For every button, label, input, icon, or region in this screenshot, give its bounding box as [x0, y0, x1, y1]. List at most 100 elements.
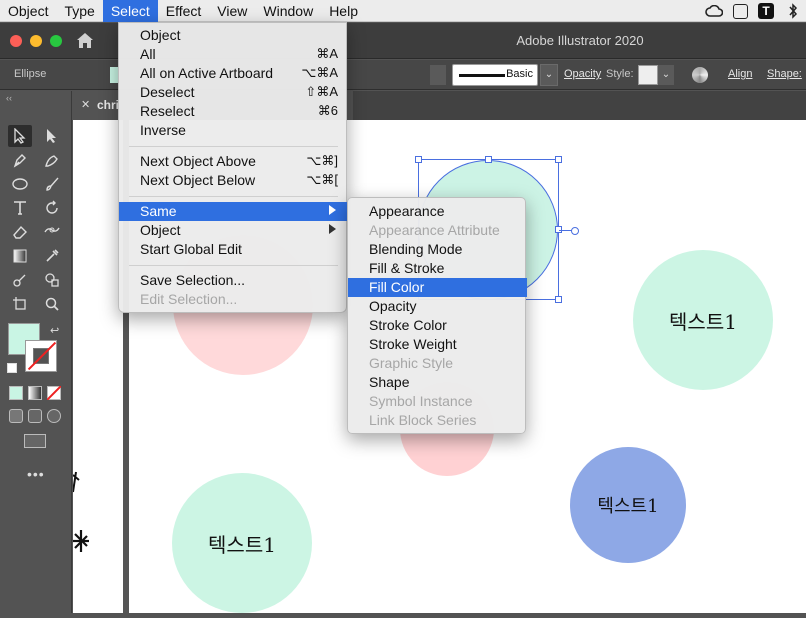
- gradient-mode-icon[interactable]: [28, 386, 42, 400]
- recolor-artwork-icon[interactable]: [692, 67, 708, 83]
- menu-item-same[interactable]: Same: [119, 202, 348, 221]
- menu-item-label: Object: [140, 27, 181, 43]
- align-link[interactable]: Align: [728, 68, 752, 80]
- menu-item-all[interactable]: All ⌘A: [119, 45, 348, 64]
- stroke-weight-dropdown[interactable]: [430, 65, 446, 85]
- maximize-window-button[interactable]: [50, 35, 62, 47]
- menu-select[interactable]: Select: [102, 0, 158, 22]
- submenu-item-stroke-weight[interactable]: Stroke Weight: [348, 335, 527, 354]
- pen-tool-icon[interactable]: [8, 149, 32, 171]
- tools-panel: ‹‹ ↩ •••: [0, 91, 72, 613]
- menu-window[interactable]: Window: [255, 0, 321, 22]
- menu-item-label: Same: [140, 203, 177, 219]
- menu-item-object-submenu[interactable]: Object: [119, 221, 348, 240]
- menu-type[interactable]: Type: [56, 0, 102, 22]
- screen-mode-icon[interactable]: [24, 434, 46, 448]
- menu-item-label: Deselect: [140, 84, 195, 100]
- menu-separator: [129, 265, 338, 266]
- pasteboard-artwork: [72, 471, 89, 552]
- zoom-tool-icon[interactable]: [40, 293, 64, 315]
- menu-item-shortcut: ⌥⌘]: [306, 153, 338, 168]
- chevron-down-icon[interactable]: ⌄: [540, 64, 558, 86]
- close-window-button[interactable]: [10, 35, 22, 47]
- eraser-tool-icon[interactable]: [8, 221, 32, 243]
- pasteboard[interactable]: [72, 120, 123, 613]
- blue-circle-text[interactable]: 텍스트1: [570, 447, 686, 563]
- chevron-down-icon[interactable]: ⌄: [658, 65, 674, 85]
- creative-cloud-icon[interactable]: [705, 2, 723, 20]
- none-mode-icon[interactable]: [47, 386, 61, 400]
- opacity-link[interactable]: Opacity: [564, 68, 601, 80]
- menu-item-save-selection[interactable]: Save Selection...: [119, 271, 348, 290]
- menu-item-label: Next Object Below: [140, 172, 256, 188]
- draw-normal-icon[interactable]: [9, 409, 23, 423]
- paintbrush-tool-icon[interactable]: [40, 173, 64, 195]
- direct-selection-tool-icon[interactable]: [40, 125, 64, 147]
- stroke-profile-select[interactable]: Basic: [452, 64, 538, 86]
- mint-circle-text[interactable]: 텍스트1: [633, 250, 773, 390]
- default-fill-stroke-icon[interactable]: [7, 363, 17, 373]
- shape-link[interactable]: Shape:: [767, 68, 802, 80]
- graphic-style-swatch[interactable]: [638, 65, 658, 85]
- rotate-tool-icon[interactable]: [40, 197, 64, 219]
- menu-item-label: All: [140, 46, 156, 62]
- submenu-item-label: Stroke Weight: [369, 336, 457, 352]
- submenu-item-opacity[interactable]: Opacity: [348, 297, 527, 316]
- submenu-arrow-icon: [329, 224, 336, 234]
- stroke-color-box[interactable]: [25, 340, 57, 372]
- shape-builder-tool-icon[interactable]: [40, 269, 64, 291]
- menu-item-reselect[interactable]: Reselect ⌘6: [119, 102, 348, 121]
- menu-help[interactable]: Help: [321, 0, 366, 22]
- menu-separator: [129, 196, 338, 197]
- menu-item-all-on-active-artboard[interactable]: All on Active Artboard ⌥⌘A: [119, 64, 348, 83]
- draw-inside-icon[interactable]: [47, 409, 61, 423]
- menu-item-shortcut: ⌘6: [317, 103, 338, 118]
- type-tool-icon[interactable]: [8, 197, 32, 219]
- ellipse-tool-icon[interactable]: [8, 173, 32, 195]
- selection-tool-icon[interactable]: [8, 125, 32, 147]
- menu-item-label: All on Active Artboard: [140, 65, 274, 81]
- eyedropper-tool-icon[interactable]: [40, 245, 64, 267]
- menu-object[interactable]: Object: [0, 0, 56, 22]
- edit-toolbar-icon[interactable]: •••: [27, 466, 45, 482]
- minimize-window-button[interactable]: [30, 35, 42, 47]
- checkbox-icon[interactable]: [733, 3, 748, 19]
- menu-separator: [129, 146, 338, 147]
- submenu-item-blending-mode[interactable]: Blending Mode: [348, 240, 527, 259]
- submenu-item-label: Appearance Attribute: [369, 222, 500, 238]
- menu-item-label: Inverse: [140, 122, 186, 138]
- curvature-tool-icon[interactable]: [40, 149, 64, 171]
- submenu-item-label: Shape: [369, 374, 410, 390]
- menu-effect[interactable]: Effect: [158, 0, 210, 22]
- menu-item-object[interactable]: Object: [119, 26, 348, 45]
- submenu-item-label: Fill Color: [369, 279, 425, 295]
- menu-item-start-global-edit[interactable]: Start Global Edit: [119, 240, 348, 259]
- mint-circle-text[interactable]: 텍스트1: [172, 473, 312, 613]
- rotation-handle[interactable]: [571, 227, 579, 235]
- home-icon[interactable]: [76, 32, 94, 49]
- gradient-tool-icon[interactable]: [8, 245, 32, 267]
- menu-item-next-object-above[interactable]: Next Object Above ⌥⌘]: [119, 152, 348, 171]
- collapse-panel-icon[interactable]: ‹‹: [6, 93, 12, 103]
- menu-view[interactable]: View: [209, 0, 255, 22]
- swap-fill-stroke-icon[interactable]: ↩: [50, 324, 59, 337]
- bluetooth-icon[interactable]: [784, 2, 802, 20]
- color-mode-icon[interactable]: [9, 386, 23, 400]
- close-tab-icon[interactable]: ✕: [81, 98, 90, 111]
- menu-item-edit-selection: Edit Selection...: [119, 290, 348, 309]
- menu-item-inverse[interactable]: Inverse: [119, 121, 348, 140]
- menu-item-deselect[interactable]: Deselect ⇧⌘A: [119, 83, 348, 102]
- draw-behind-icon[interactable]: [28, 409, 42, 423]
- fill-color-swatch[interactable]: [110, 67, 118, 83]
- puppet-warp-tool-icon[interactable]: [40, 221, 64, 243]
- submenu-item-stroke-color[interactable]: Stroke Color: [348, 316, 527, 335]
- artboard-tool-icon[interactable]: [8, 293, 32, 315]
- t-icon[interactable]: T: [758, 3, 774, 19]
- submenu-item-appearance[interactable]: Appearance: [348, 202, 527, 221]
- document-tab-name: chri: [97, 98, 120, 112]
- menu-item-next-object-below[interactable]: Next Object Below ⌥⌘[: [119, 171, 348, 190]
- submenu-item-fill-color[interactable]: Fill Color: [348, 278, 527, 297]
- submenu-item-fill-stroke[interactable]: Fill & Stroke: [348, 259, 527, 278]
- submenu-item-shape[interactable]: Shape: [348, 373, 527, 392]
- blend-tool-icon[interactable]: [8, 269, 32, 291]
